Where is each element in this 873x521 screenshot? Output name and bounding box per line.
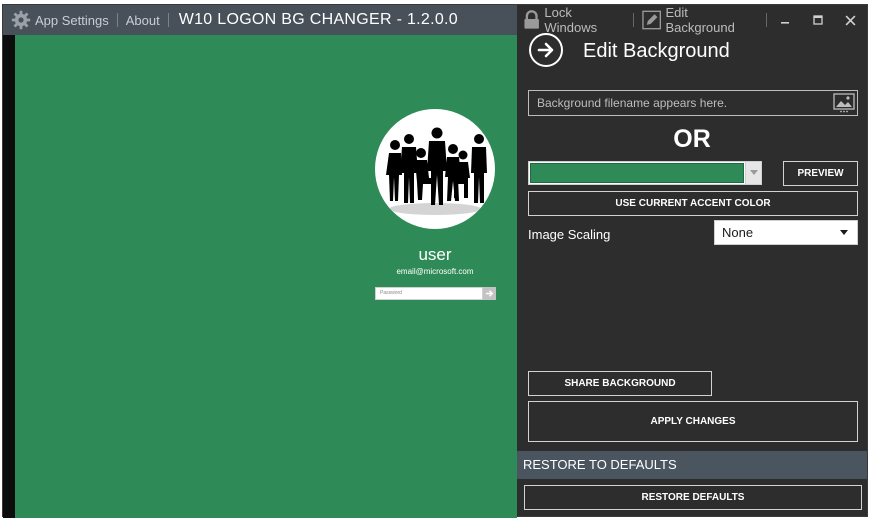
chevron-down-icon — [749, 170, 758, 175]
about-label: About — [125, 12, 160, 28]
close-button[interactable] — [834, 5, 867, 35]
divider — [765, 13, 767, 27]
file-placeholder: Background filename appears here. — [537, 96, 728, 110]
arrow-right-circle-icon — [537, 42, 554, 58]
minimize-icon — [780, 22, 789, 24]
submit-button — [483, 287, 496, 300]
password-field: Password — [375, 287, 483, 300]
logon-preview: user email@microsoft.com Password — [15, 35, 517, 518]
image-scaling-value: None — [722, 225, 754, 240]
app-settings-label: App Settings — [35, 12, 109, 28]
user-group-icon — [386, 127, 487, 215]
app-title: W10 LOGON BG CHANGER - 1.2.0.0 — [178, 11, 458, 28]
app-settings-button[interactable]: App Settings — [3, 5, 117, 35]
use-accent-color-button[interactable]: USE CURRENT ACCENT COLOR — [528, 191, 858, 216]
user-email: email@microsoft.com — [396, 267, 474, 276]
about-button[interactable]: About — [118, 5, 168, 35]
apply-changes-button[interactable]: APPLY CHANGES — [528, 401, 858, 442]
image-scaling-select[interactable]: None — [714, 220, 858, 245]
maximize-button[interactable] — [801, 5, 834, 35]
or-label: OR — [673, 125, 711, 153]
left-title-bar: App Settings About W10 LOGON BG CHANGER … — [3, 5, 517, 35]
app-window: App Settings About W10 LOGON BG CHANGER … — [2, 4, 868, 518]
color-dropdown-button[interactable] — [745, 162, 761, 184]
edit-background-label: Edit Background — [665, 5, 735, 35]
edit-panel: Lock Windows Edit Background Edit Backgr… — [517, 5, 867, 516]
minimize-button[interactable] — [768, 5, 801, 35]
chevron-down-icon — [840, 230, 848, 235]
gear-icon — [11, 10, 31, 30]
close-icon — [845, 15, 856, 25]
divider — [633, 13, 635, 27]
preview-edge — [3, 35, 15, 518]
image-scaling-label: Image Scaling — [528, 227, 611, 242]
restore-defaults-button[interactable]: RESTORE DEFAULTS — [524, 485, 862, 510]
avatar — [375, 109, 495, 229]
color-picker[interactable] — [528, 161, 762, 185]
right-title-bar: Lock Windows Edit Background — [517, 5, 867, 35]
pencil-icon — [642, 10, 662, 30]
restore-section-header: RESTORE TO DEFAULTS — [517, 451, 867, 479]
back-button[interactable] — [529, 33, 563, 67]
preview-button[interactable]: PREVIEW — [783, 161, 858, 186]
share-background-button[interactable]: SHARE BACKGROUND — [528, 371, 712, 396]
edit-background-button[interactable]: Edit Background — [636, 5, 763, 35]
arrow-right-icon — [485, 290, 494, 297]
color-swatch — [530, 163, 744, 183]
lock-icon — [524, 10, 539, 29]
panel-title: Edit Background — [583, 40, 730, 62]
image-icon[interactable] — [833, 93, 855, 113]
user-name: user — [418, 245, 452, 264]
lock-windows-button[interactable]: Lock Windows — [517, 5, 631, 35]
maximize-icon — [813, 15, 823, 25]
background-file-field[interactable]: Background filename appears here. — [528, 90, 858, 116]
lock-windows-label: Lock Windows — [544, 5, 598, 35]
